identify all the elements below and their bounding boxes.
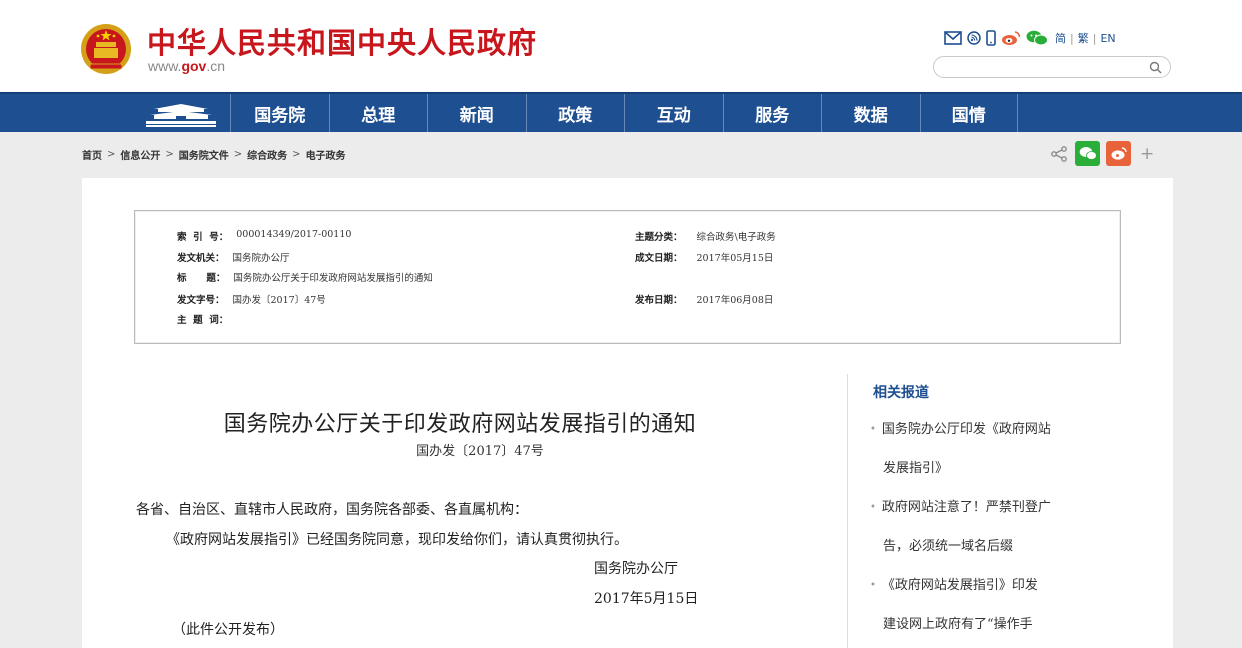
meta-title-value: 国务院办公厅关于印发政府网站发展指引的通知 [233,273,433,284]
article-title: 国务院办公厅关于印发政府网站发展指引的通知 [223,412,697,437]
document-metadata-table: 索 引 号： 000014349/2017-00110 主题分类： 综合政务\电子政… [134,210,1121,344]
nav-item-premier[interactable]: 总理 [328,94,428,132]
meta-docno-value: 国办发〔2017〕47号 [232,295,326,306]
meta-docno-label: 发文字号： [177,295,225,306]
page: 中华人民共和国中央人民政府 www.gov.cn 简|繁|EN 国务院 [0,0,1242,648]
main-nav: 国务院 总理 新闻 政策 互动 服务 数据 国情 [0,92,1242,132]
national-emblem-icon[interactable] [80,22,132,76]
nav-item-services[interactable]: 服务 [722,94,822,132]
breadcrumb-general-affairs[interactable]: 综合政务 [247,147,287,162]
meta-index-row: 索 引 号： 000014349/2017-00110 [177,229,351,243]
meta-category-value: 综合政务\电子政务 [696,232,776,243]
nav-items: 国务院 总理 新闻 政策 互动 服务 数据 国情 [230,94,1018,132]
article-salutation: 各省、自治区、直辖市人民政府，国务院各部委、各直属机构： [136,502,528,518]
domain-suffix: .cn [206,58,226,74]
search-icon[interactable] [1149,61,1162,74]
header-tools: 简 | 繁 | EN [944,27,1116,49]
related-reports-title: 相关报道 [873,385,929,401]
language-switcher: 简 | 繁 | EN [1055,32,1116,45]
breadcrumb-home[interactable]: 首页 [82,147,102,162]
content-card: 索 引 号： 000014349/2017-00110 主题分类： 综合政务\电子政… [82,178,1173,648]
related-reports-sidebar: 相关报道 • 国务院办公厅印发《政府网站 发展指引》 • 政府网站注意了！严禁刊登广告… [847,374,1127,648]
related-item[interactable]: • 政府网站注意了！严禁刊登广 告，必须统一域名后缀 [870,488,1115,566]
article-note: （此件公开发布） [172,622,284,638]
bullet-icon: • [870,502,876,513]
nav-item-state-council[interactable]: 国务院 [230,94,329,132]
related-item[interactable]: • 国务院办公厅印发《政府网站 发展指引》 [870,410,1115,488]
article-signature: 国务院办公厅 [594,561,678,577]
meta-keywords-label: 主 题 词： [177,315,229,326]
meta-created-row: 成文日期： 2017年05月15日 [635,250,773,264]
meta-category-row: 主题分类： 综合政务\电子政务 [635,229,776,243]
breadcrumb-e-government[interactable]: 电子政务 [306,147,346,162]
rss-icon[interactable] [967,31,981,45]
share-bar: + [1049,141,1154,166]
lang-english[interactable]: EN [1100,32,1115,45]
share-wechat-button[interactable] [1075,141,1100,166]
nav-item-data[interactable]: 数据 [821,94,920,132]
meta-index-label: 索 引 号： [177,232,229,243]
meta-title-label: 标 题： [177,273,226,284]
lang-traditional[interactable]: 繁 [1078,32,1089,45]
mail-icon[interactable] [944,31,962,45]
meta-docno-row: 发文字号： 国办发〔2017〕47号 [177,292,326,306]
weibo-share-icon [1111,147,1127,160]
article-doc-number: 国办发〔2017〕47号 [416,444,544,459]
domain-prefix: www. [148,58,182,74]
meta-published-value: 2017年06月08日 [696,295,774,306]
related-item[interactable]: • 《政府网站发展指引》印发 建设网上政府有了“操作手 [870,566,1115,644]
wechat-icon[interactable] [1026,30,1048,46]
wechat-share-icon [1079,147,1097,160]
lang-simplified[interactable]: 简 [1055,32,1066,45]
bullet-icon: • [870,424,876,435]
meta-issuer-row: 发文机关： 国务院办公厅 [177,250,290,264]
breadcrumb: 首页 > 信息公开 > 国务院文件 > 综合政务 > 电子政务 [82,147,346,162]
site-header: 中华人民共和国中央人民政府 www.gov.cn 简 | 繁 | EN [0,0,1242,92]
nav-item-policy[interactable]: 政策 [525,94,625,132]
nav-item-interaction[interactable]: 互动 [624,94,723,132]
site-title[interactable]: 中华人民共和国中央人民政府 [147,20,537,62]
share-more-icon[interactable]: + [1140,144,1154,164]
meta-issuer-label: 发文机关： [177,253,225,264]
article-date: 2017年5月15日 [594,591,699,607]
meta-category-label: 主题分类： [635,232,683,243]
mobile-icon[interactable] [986,30,996,46]
breadcrumb-info-disclosure[interactable]: 信息公开 [120,147,160,162]
meta-index-value: 000014349/2017-00110 [236,229,352,240]
meta-created-label: 成文日期： [635,253,683,264]
share-icon[interactable] [1049,144,1069,164]
site-domain: www.gov.cn [148,58,225,74]
meta-title-row: 标 题： 国务院办公厅关于印发政府网站发展指引的通知 [177,270,433,284]
search-input[interactable] [944,59,1144,79]
meta-issuer-value: 国务院办公厅 [232,253,290,264]
weibo-icon[interactable] [1001,30,1021,46]
search-box [933,56,1171,79]
meta-created-value: 2017年05月15日 [696,253,774,264]
share-weibo-button[interactable] [1106,141,1131,166]
domain-main: gov [181,58,207,74]
bullet-icon: • [870,580,876,591]
meta-published-label: 发布日期： [635,295,683,306]
article-body: 《政府网站发展指引》已经国务院同意，现印发给你们，请认真贯彻执行。 [166,532,628,548]
meta-keywords-row: 主 题 词： [177,312,236,326]
meta-published-row: 发布日期： 2017年06月08日 [635,292,773,306]
nav-item-news[interactable]: 新闻 [427,94,526,132]
tiananmen-home-icon[interactable] [132,94,230,132]
breadcrumb-state-council-docs[interactable]: 国务院文件 [179,147,229,162]
nav-item-national-info[interactable]: 国情 [919,94,1018,132]
